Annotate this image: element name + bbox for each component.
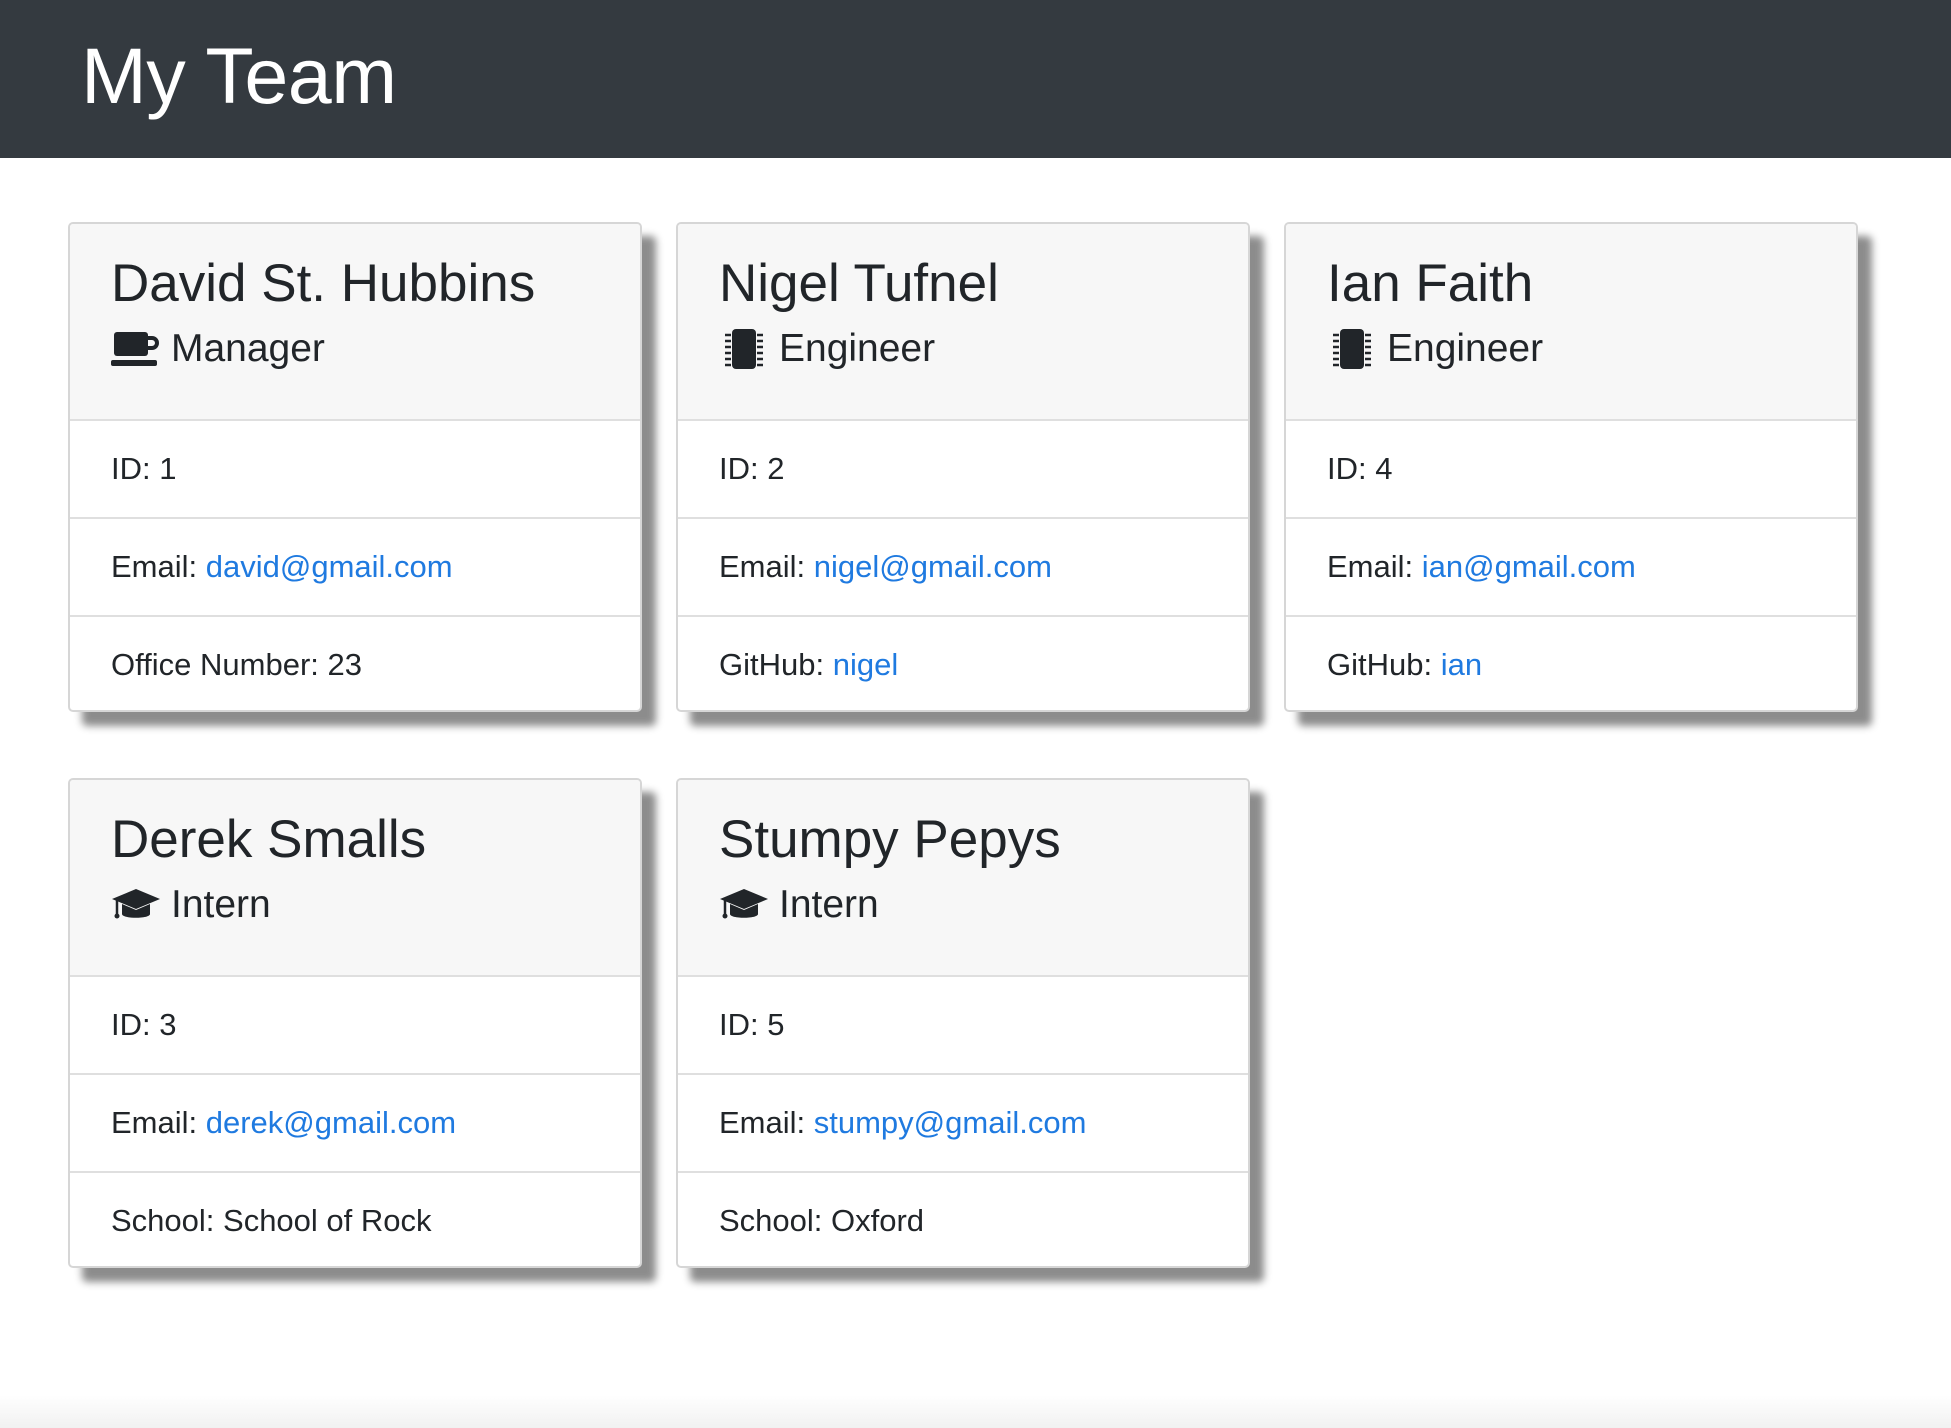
id-label: ID: — [1327, 451, 1376, 486]
email-row: Email: stumpy@gmail.com — [678, 1075, 1248, 1173]
email-row: Email: derek@gmail.com — [70, 1075, 640, 1173]
email-link[interactable]: david@gmail.com — [206, 549, 453, 584]
card-header: Nigel Tufnel Engineer — [678, 224, 1248, 421]
id-label: ID: — [719, 451, 768, 486]
employee-card: Derek Smalls Intern ID: 3 Email: derek@g… — [68, 778, 642, 1268]
office-number-row: Office Number: 23 — [70, 617, 640, 710]
id-row: ID: 1 — [70, 421, 640, 519]
id-row: ID: 5 — [678, 977, 1248, 1075]
id-row: ID: 4 — [1286, 421, 1856, 519]
employee-name: Stumpy Pepys — [719, 810, 1061, 869]
microchip-icon — [1327, 329, 1377, 369]
card-header: Ian Faith Engineer — [1286, 224, 1856, 421]
employee-name: Ian Faith — [1327, 254, 1534, 313]
office-number-value: 23 — [327, 647, 362, 682]
employee-role: Engineer — [1327, 326, 1856, 372]
id-value: 1 — [159, 451, 177, 486]
page-bottom-edge — [0, 1395, 1951, 1428]
email-label: Email: — [111, 549, 206, 584]
github-row: GitHub: ian — [1286, 617, 1856, 710]
role-label: Manager — [171, 327, 325, 370]
employee-role: Intern — [111, 882, 640, 928]
id-row: ID: 2 — [678, 421, 1248, 519]
github-label: GitHub: — [1327, 647, 1441, 682]
school-row: School: School of Rock — [70, 1173, 640, 1266]
school-label: School: — [111, 1203, 224, 1238]
card-header: Stumpy Pepys Intern — [678, 780, 1248, 977]
coffee-mug-icon — [111, 330, 161, 368]
email-row: Email: nigel@gmail.com — [678, 519, 1248, 617]
employee-role: Manager — [111, 326, 640, 372]
page-title: My Team — [81, 31, 397, 120]
card-header: Derek Smalls Intern — [70, 780, 640, 977]
role-label: Intern — [779, 883, 879, 926]
email-row: Email: david@gmail.com — [70, 519, 640, 617]
github-link[interactable]: nigel — [833, 647, 899, 682]
email-link[interactable]: derek@gmail.com — [206, 1105, 456, 1140]
employee-card: Nigel Tufnel Engineer ID: 2 Email: nigel… — [676, 222, 1250, 712]
email-label: Email: — [719, 549, 814, 584]
microchip-icon — [719, 329, 769, 369]
email-label: Email: — [111, 1105, 206, 1140]
office-number-label: Office Number: — [111, 647, 328, 682]
role-label: Intern — [171, 883, 271, 926]
employee-card: David St. Hubbins Manager ID: 1 Email: d… — [68, 222, 642, 712]
email-row: Email: ian@gmail.com — [1286, 519, 1856, 617]
id-value: 5 — [767, 1007, 785, 1042]
school-value: School of Rock — [223, 1203, 432, 1238]
employee-card: Stumpy Pepys Intern ID: 5 Email: stumpy@… — [676, 778, 1250, 1268]
navbar: My Team — [0, 0, 1951, 158]
github-link[interactable]: ian — [1441, 647, 1482, 682]
role-label: Engineer — [779, 327, 936, 370]
role-label: Engineer — [1387, 327, 1544, 370]
employee-name: Derek Smalls — [111, 810, 427, 869]
graduation-cap-icon — [111, 886, 161, 924]
email-link[interactable]: ian@gmail.com — [1422, 549, 1636, 584]
graduation-cap-icon — [719, 886, 769, 924]
id-label: ID: — [111, 451, 160, 486]
id-value: 2 — [767, 451, 785, 486]
employee-role: Intern — [719, 882, 1248, 928]
id-row: ID: 3 — [70, 977, 640, 1075]
id-value: 4 — [1375, 451, 1393, 486]
id-value: 3 — [159, 1007, 177, 1042]
employee-card: Ian Faith Engineer ID: 4 Email: ian@gmai… — [1284, 222, 1858, 712]
employee-name: Nigel Tufnel — [719, 254, 999, 313]
github-label: GitHub: — [719, 647, 833, 682]
id-label: ID: — [111, 1007, 160, 1042]
email-label: Email: — [719, 1105, 814, 1140]
email-link[interactable]: stumpy@gmail.com — [814, 1105, 1087, 1140]
employee-role: Engineer — [719, 326, 1248, 372]
email-label: Email: — [1327, 549, 1422, 584]
card-header: David St. Hubbins Manager — [70, 224, 640, 421]
school-row: School: Oxford — [678, 1173, 1248, 1266]
school-label: School: — [719, 1203, 832, 1238]
employee-name: David St. Hubbins — [111, 254, 536, 313]
school-value: Oxford — [831, 1203, 925, 1238]
id-label: ID: — [719, 1007, 768, 1042]
github-row: GitHub: nigel — [678, 617, 1248, 710]
email-link[interactable]: nigel@gmail.com — [814, 549, 1052, 584]
